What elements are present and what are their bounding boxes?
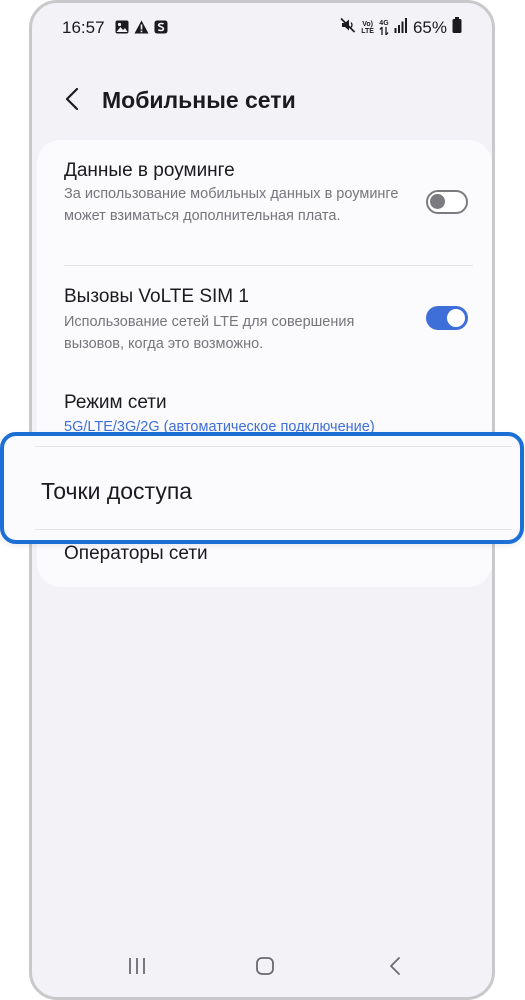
volte-icon: Vo) LTE: [361, 21, 374, 35]
navigation-bar: [32, 947, 492, 987]
gallery-icon: [115, 20, 129, 39]
status-time: 16:57: [62, 18, 105, 37]
access-points-row[interactable]: Точки доступа: [0, 432, 524, 544]
status-system-icons: Vo) LTE 4G 65%: [340, 17, 462, 38]
back-icon: [389, 956, 401, 981]
volte-toggle[interactable]: [426, 306, 468, 330]
roaming-toggle[interactable]: [426, 190, 468, 214]
4g-data-icon: 4G: [379, 20, 389, 35]
back-button[interactable]: [58, 86, 86, 116]
roaming-description: За использование мобильных данных в роум…: [64, 186, 399, 224]
roaming-title: Данные в роуминге: [64, 160, 235, 181]
samsung-s-icon: [154, 20, 168, 39]
page-title: Мобильные сети: [102, 87, 296, 113]
roaming-row[interactable]: Данные в роуминге За использование мобил…: [37, 140, 492, 265]
chevron-left-icon: [65, 87, 79, 116]
volte-description: Использование сетей LTE для совершения в…: [64, 314, 355, 352]
toggle-knob: [447, 309, 465, 327]
signal-icon: [394, 17, 408, 38]
nav-back-button[interactable]: [375, 953, 415, 983]
volte-row[interactable]: Вызовы VoLTE SIM 1 Использование сетей L…: [37, 266, 492, 366]
home-button[interactable]: [245, 953, 285, 983]
divider: [35, 446, 512, 447]
mute-icon: [340, 17, 356, 38]
recents-icon: [127, 957, 147, 980]
battery-percent: 65%: [412, 17, 447, 37]
battery-icon: [452, 17, 462, 38]
divider: [35, 529, 512, 530]
warning-icon: [134, 20, 149, 39]
app-header: Мобильные сети: [32, 78, 492, 128]
network-mode-title: Режим сети: [64, 392, 167, 413]
home-icon: [255, 956, 275, 981]
net-type-label: 4G: [379, 20, 389, 27]
recents-button[interactable]: [117, 953, 157, 983]
volte-title: Вызовы VoLTE SIM 1: [64, 286, 249, 307]
status-notification-icons: [115, 20, 168, 39]
toggle-knob: [430, 194, 445, 209]
volte-label-top: Vo): [362, 20, 373, 28]
volte-label-bottom: LTE: [361, 27, 374, 35]
status-bar: 16:57 Vo) LTE 4G 65%: [32, 3, 492, 55]
operators-title: Операторы сети: [64, 543, 208, 564]
access-points-title: Точки доступа: [41, 478, 193, 504]
